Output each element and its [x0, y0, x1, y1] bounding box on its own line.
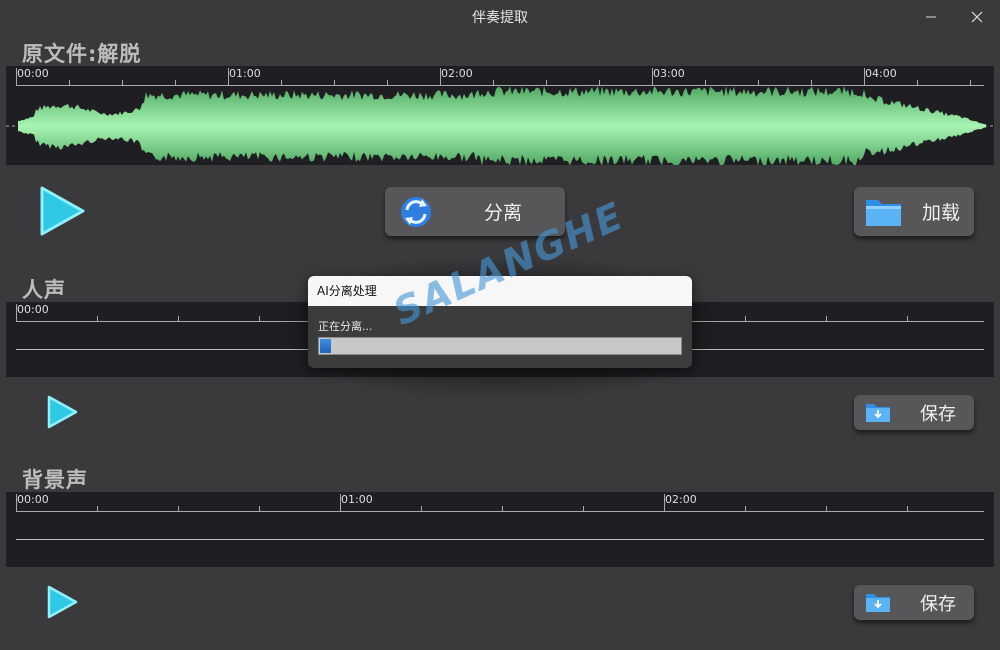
minor-tick — [259, 316, 260, 321]
save-background-label: 保存 — [920, 593, 956, 615]
folder-download-icon — [866, 404, 890, 422]
waveform — [6, 86, 994, 165]
tick-label: 00:00 — [17, 493, 49, 506]
minor-tick — [907, 316, 908, 321]
minor-tick — [178, 506, 179, 511]
load-button-label: 加载 — [922, 202, 961, 224]
save-vocals-label: 保存 — [920, 403, 956, 425]
minor-tick — [421, 506, 422, 511]
tick-label: 02:00 — [665, 493, 697, 506]
background-waveform-line — [16, 539, 984, 540]
minor-tick — [97, 316, 98, 321]
play-vocals-button[interactable] — [44, 394, 80, 430]
minor-tick — [502, 506, 503, 511]
minor-tick — [97, 506, 98, 511]
dialog-message: 正在分离... — [318, 320, 373, 333]
background-label: 背景声 — [22, 468, 88, 492]
tick-label: 00:00 — [17, 303, 49, 316]
minor-tick — [259, 506, 260, 511]
progress-fill — [320, 339, 331, 353]
separate-button-label: 分离 — [484, 202, 523, 224]
minor-tick — [745, 316, 746, 321]
minimize-icon — [926, 16, 936, 18]
window-title: 伴奏提取 — [472, 10, 528, 26]
vocals-label: 人声 — [22, 278, 66, 302]
play-icon — [47, 585, 78, 619]
play-background-button[interactable] — [44, 584, 80, 620]
play-original-button[interactable] — [36, 184, 88, 238]
close-icon — [971, 11, 983, 23]
separate-button[interactable]: 分离 — [385, 187, 565, 236]
dialog-title: AI分离处理 — [308, 276, 692, 306]
original-file-label: 原文件:解脱 — [22, 42, 142, 66]
minor-tick — [583, 506, 584, 511]
minimize-button[interactable] — [908, 4, 954, 30]
minor-tick — [826, 506, 827, 511]
minor-tick — [826, 316, 827, 321]
minor-tick — [178, 316, 179, 321]
load-button[interactable]: 加载 — [854, 187, 974, 236]
background-waveform-track[interactable]: 00:00 01:00 02:00 — [6, 492, 994, 567]
timeline-ruler: 00:00 01:00 02:00 — [6, 492, 994, 514]
progress-bar — [318, 337, 682, 355]
play-icon — [47, 395, 78, 429]
folder-download-icon — [866, 594, 890, 612]
refresh-icon — [401, 197, 431, 227]
folder-icon — [866, 200, 901, 226]
progress-dialog: AI分离处理 正在分离... — [308, 276, 692, 368]
close-button[interactable] — [954, 4, 1000, 30]
save-vocals-button[interactable]: 保存 — [854, 395, 974, 430]
tick-label: 01:00 — [341, 493, 373, 506]
title-bar: 伴奏提取 — [0, 0, 1000, 34]
minor-tick — [907, 506, 908, 511]
minor-tick — [745, 506, 746, 511]
original-waveform-track[interactable]: 00:00 01:00 02:00 03:00 04:00 — [6, 66, 994, 165]
save-background-button[interactable]: 保存 — [854, 585, 974, 620]
play-icon — [40, 186, 85, 236]
